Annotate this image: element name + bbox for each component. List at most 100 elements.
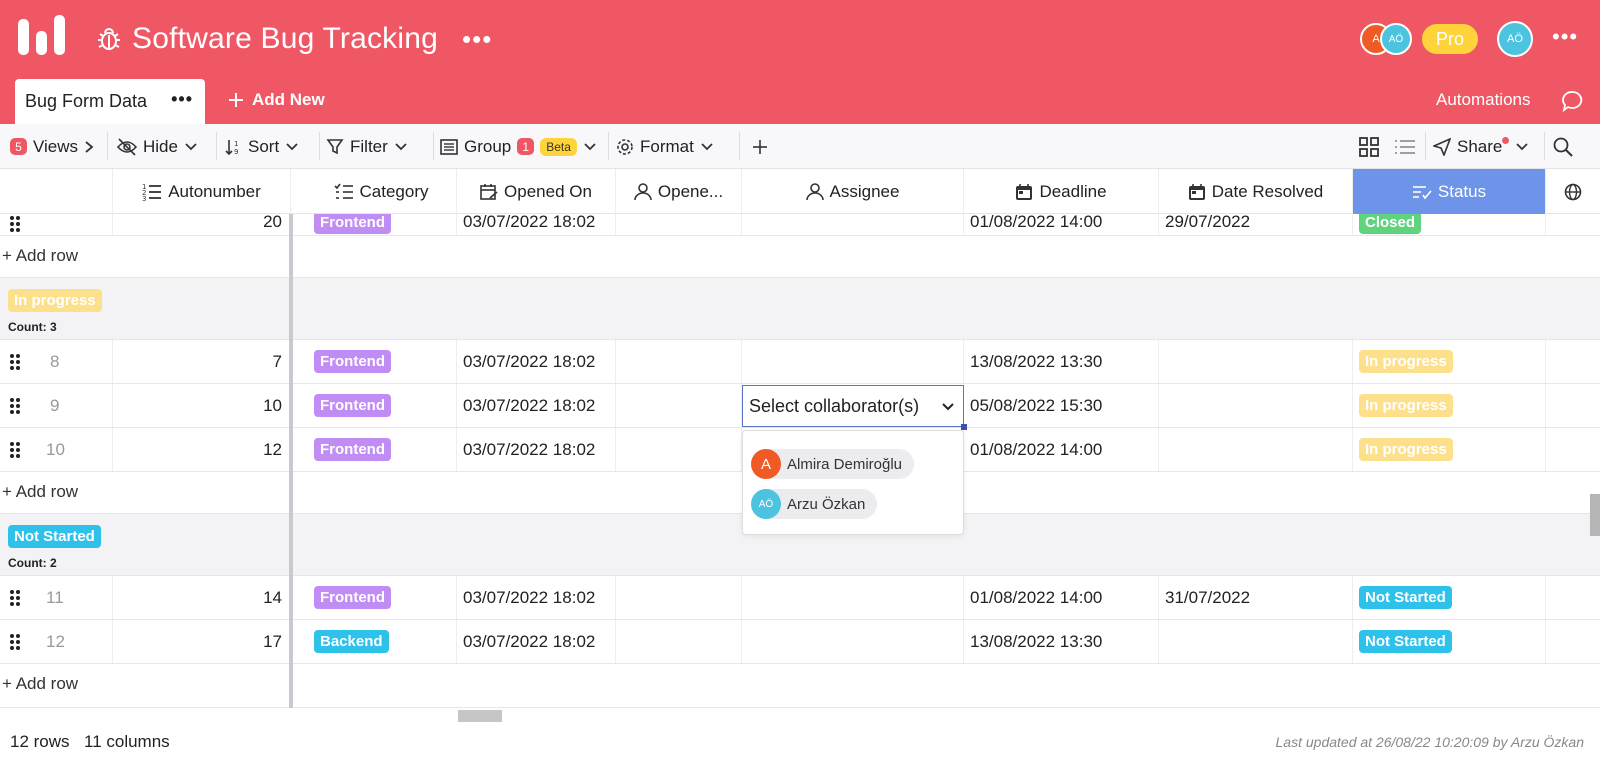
deadline-cell[interactable]: 01/08/2022 14:00 <box>964 576 1159 619</box>
autonumber-cell[interactable]: 12 <box>113 428 291 471</box>
add-view-option-button[interactable] <box>752 124 768 169</box>
opened-by-cell[interactable] <box>616 384 742 427</box>
opened-by-cell[interactable] <box>616 214 742 235</box>
category-cell[interactable]: Backend <box>306 620 457 663</box>
column-header-date-resolved[interactable]: Date Resolved <box>1159 169 1353 214</box>
search-button[interactable] <box>1553 124 1573 169</box>
column-header-assignee[interactable]: Assignee <box>742 169 964 214</box>
frozen-column-divider[interactable] <box>289 214 293 708</box>
automations-button[interactable]: Automations <box>1436 90 1531 110</box>
drag-handle-icon[interactable] <box>10 397 20 414</box>
deadline-cell[interactable]: 05/08/2022 15:30 <box>964 384 1159 427</box>
views-button[interactable]: 5 Views <box>10 124 94 169</box>
row-number-cell[interactable]: 11 <box>0 576 113 619</box>
opened-on-cell[interactable]: 03/07/2022 18:02 <box>457 620 616 663</box>
category-cell[interactable]: Frontend <box>306 428 457 471</box>
date-resolved-cell[interactable] <box>1159 340 1353 383</box>
column-header-opened-by[interactable]: Opene... <box>616 169 742 214</box>
date-resolved-cell[interactable] <box>1159 384 1353 427</box>
deadline-cell[interactable]: 01/08/2022 14:00 <box>964 428 1159 471</box>
table-row[interactable]: 20 Frontend 03/07/2022 18:02 01/08/2022 … <box>0 214 1600 236</box>
date-resolved-cell[interactable]: 31/07/2022 <box>1159 576 1353 619</box>
column-header-url[interactable] <box>1546 169 1600 214</box>
row-number-cell[interactable]: 12 <box>0 620 113 663</box>
hide-button[interactable]: Hide <box>117 124 198 169</box>
status-cell[interactable]: Not Started <box>1353 620 1546 663</box>
date-resolved-cell[interactable]: 29/07/2022 <box>1159 214 1353 235</box>
collaborator-option[interactable]: AÖ Arzu Özkan <box>751 489 878 519</box>
opened-on-cell[interactable]: 03/07/2022 18:02 <box>457 384 616 427</box>
opened-by-cell[interactable] <box>616 340 742 383</box>
category-cell[interactable]: Frontend <box>306 384 457 427</box>
title-more-icon[interactable]: ••• <box>462 26 492 52</box>
sort-button[interactable]: 19 Sort <box>224 124 299 169</box>
pro-badge[interactable]: Pro <box>1422 24 1478 54</box>
user-avatar[interactable]: AÖ <box>1497 21 1533 57</box>
format-button[interactable]: Format <box>616 124 714 169</box>
autonumber-cell[interactable]: 14 <box>113 576 291 619</box>
status-cell[interactable]: In progress <box>1353 428 1546 471</box>
column-header-status[interactable]: Status <box>1353 169 1546 214</box>
fill-handle[interactable] <box>961 424 967 430</box>
grid-view-button[interactable] <box>1359 124 1379 169</box>
opened-by-cell[interactable] <box>616 576 742 619</box>
opened-by-cell[interactable] <box>616 428 742 471</box>
date-resolved-cell[interactable] <box>1159 620 1353 663</box>
drag-handle-icon[interactable] <box>10 441 20 458</box>
app-logo-icon[interactable] <box>18 15 66 57</box>
category-cell[interactable]: Frontend <box>306 214 457 235</box>
status-cell[interactable]: In progress <box>1353 384 1546 427</box>
collaborator-option[interactable]: A Almira Demiroğlu <box>751 449 915 479</box>
add-row-button[interactable]: + Add row <box>2 674 78 694</box>
column-header-deadline[interactable]: Deadline <box>964 169 1159 214</box>
assignee-cell[interactable] <box>742 214 964 235</box>
opened-on-cell[interactable]: 03/07/2022 18:02 <box>457 428 616 471</box>
drag-handle-icon[interactable] <box>10 216 20 232</box>
row-drag-handle-cell[interactable] <box>0 214 113 235</box>
opened-on-cell[interactable]: 03/07/2022 18:02 <box>457 576 616 619</box>
add-row-button[interactable]: + Add row <box>2 246 78 266</box>
drag-handle-icon[interactable] <box>10 353 20 370</box>
opened-by-cell[interactable] <box>616 620 742 663</box>
drag-handle-icon[interactable] <box>10 633 20 650</box>
assignee-cell[interactable] <box>742 576 964 619</box>
row-number-cell[interactable]: 10 <box>0 428 113 471</box>
tab-more-icon[interactable]: ••• <box>171 89 193 110</box>
opened-on-cell[interactable]: 03/07/2022 18:02 <box>457 340 616 383</box>
table-row[interactable]: 11 14 Frontend 03/07/2022 18:02 01/08/20… <box>0 576 1600 620</box>
header-more-icon[interactable]: ••• <box>1552 24 1578 50</box>
list-view-button[interactable] <box>1394 124 1416 169</box>
status-cell[interactable]: In progress <box>1353 340 1546 383</box>
comments-icon[interactable] <box>1562 90 1584 112</box>
status-cell[interactable]: Closed <box>1353 214 1546 235</box>
group-button[interactable]: Group 1 Beta <box>440 124 597 169</box>
collaborator-avatar[interactable]: AÖ <box>1380 23 1412 55</box>
table-row[interactable]: 8 7 Frontend 03/07/2022 18:02 13/08/2022… <box>0 340 1600 384</box>
autonumber-cell[interactable]: 20 <box>113 214 291 235</box>
group-header[interactable]: In progress Count: 3 <box>0 278 1600 340</box>
add-row-button[interactable]: + Add row <box>2 482 78 502</box>
opened-on-cell[interactable]: 03/07/2022 18:02 <box>457 214 616 235</box>
autonumber-cell[interactable]: 17 <box>113 620 291 663</box>
row-number-cell[interactable]: 9 <box>0 384 113 427</box>
column-header-opened-on[interactable]: Opened On <box>457 169 616 214</box>
row-number-cell[interactable]: 8 <box>0 340 113 383</box>
status-cell[interactable]: Not Started <box>1353 576 1546 619</box>
app-title[interactable]: Software Bug Tracking <box>132 22 438 56</box>
category-cell[interactable]: Frontend <box>306 576 457 619</box>
share-button[interactable]: Share <box>1433 124 1529 169</box>
column-header-autonumber[interactable]: 123 Autonumber <box>113 169 291 214</box>
date-resolved-cell[interactable] <box>1159 428 1353 471</box>
add-new-button[interactable]: Add New <box>228 90 325 110</box>
vertical-scrollbar[interactable] <box>1590 494 1600 536</box>
column-header-category[interactable]: Category <box>306 169 457 214</box>
table-row[interactable]: 12 17 Backend 03/07/2022 18:02 13/08/202… <box>0 620 1600 664</box>
deadline-cell[interactable]: 13/08/2022 13:30 <box>964 620 1159 663</box>
category-cell[interactable]: Frontend <box>306 340 457 383</box>
collaborator-select[interactable]: Select collaborator(s) <box>742 385 964 427</box>
assignee-cell[interactable] <box>742 620 964 663</box>
tab-bug-form-data[interactable]: Bug Form Data ••• <box>15 79 205 124</box>
drag-handle-icon[interactable] <box>10 589 20 606</box>
autonumber-cell[interactable]: 10 <box>113 384 291 427</box>
assignee-cell[interactable] <box>742 340 964 383</box>
